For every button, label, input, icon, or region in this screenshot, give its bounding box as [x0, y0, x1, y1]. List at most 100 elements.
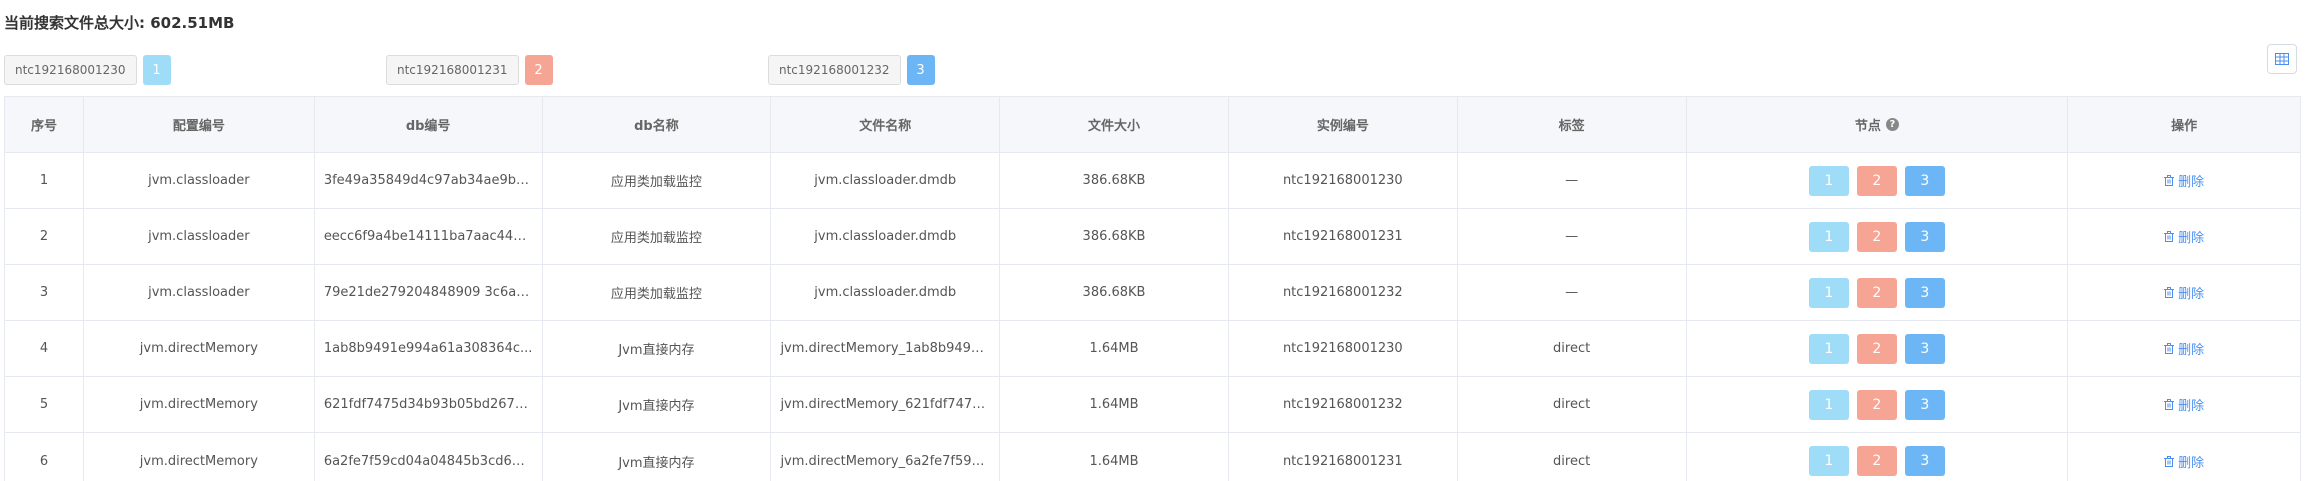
cell-file-size: 386.68KB [1000, 209, 1229, 264]
delete-button[interactable]: 删除 [2164, 452, 2204, 471]
cell-nodes: 1 2 3 [1687, 265, 2069, 320]
help-icon[interactable]: ? [1885, 118, 1899, 131]
trash-icon [2164, 231, 2175, 242]
cell-file-name: jvm.directMemory_1ab8b9491... [771, 321, 1001, 376]
cell-index: 5 [5, 377, 84, 432]
node-button-2[interactable]: 2 [1856, 277, 1897, 308]
node-button-3[interactable]: 3 [1904, 446, 1945, 476]
header-file-size: 文件大小 [1000, 97, 1229, 152]
cell-nodes: 1 2 3 [1687, 153, 2069, 208]
header-instance: 实例编号 [1229, 97, 1458, 152]
cell-file-size: 1.64MB [1000, 433, 1229, 481]
delete-label: 删除 [2178, 231, 2205, 246]
cell-tag: direct [1458, 433, 1687, 481]
delete-label: 删除 [2178, 343, 2205, 358]
legend-badge: 1 [142, 55, 171, 85]
cell-db-id: 1ab8b9491e994a61a308364c... [315, 321, 543, 376]
node-button-1[interactable]: 1 [1808, 446, 1849, 476]
cell-nodes: 1 2 3 [1687, 321, 2069, 376]
delete-button[interactable]: 删除 [2164, 395, 2204, 414]
node-button-1[interactable]: 1 [1808, 333, 1849, 364]
delete-button[interactable]: 删除 [2164, 339, 2204, 358]
cell-tag: direct [1458, 377, 1687, 432]
header-node-label: 节点 [1854, 119, 1881, 134]
cell-index: 6 [5, 433, 84, 481]
node-button-2[interactable]: 2 [1856, 333, 1897, 364]
cell-instance: ntc192168001231 [1229, 209, 1458, 264]
file-table: 序号 配置编号 db编号 db名称 文件名称 文件大小 实例编号 标签 节点 ?… [4, 96, 2301, 481]
cell-instance: ntc192168001232 [1229, 265, 1458, 320]
cell-config: jvm.directMemory [84, 377, 315, 432]
cell-action: 删除 [2068, 153, 2300, 208]
cell-config: jvm.classloader [84, 265, 315, 320]
cell-action: 删除 [2068, 209, 2300, 264]
table-row: 2 jvm.classloader eecc6f9a4be14111ba7aac… [5, 209, 2300, 265]
cell-nodes: 1 2 3 [1687, 433, 2069, 481]
legend-item-node-2: ntc192168001231 2 [386, 54, 553, 86]
header-tag: 标签 [1458, 97, 1687, 152]
node-button-3[interactable]: 3 [1904, 389, 1945, 420]
cell-index: 1 [5, 153, 84, 208]
node-button-3[interactable]: 3 [1904, 221, 1945, 252]
header-index: 序号 [5, 97, 84, 152]
cell-tag: — [1458, 209, 1687, 264]
header-config: 配置编号 [84, 97, 315, 152]
legend-item-node-1: ntc192168001230 1 [4, 54, 171, 86]
cell-index: 2 [5, 209, 84, 264]
grid-view-button[interactable] [2267, 44, 2297, 74]
cell-file-size: 386.68KB [1000, 153, 1229, 208]
cell-nodes: 1 2 3 [1687, 209, 2069, 264]
cell-config: jvm.directMemory [84, 433, 315, 481]
cell-file-name: jvm.classloader.dmdb [771, 209, 1001, 264]
trash-icon [2164, 399, 2175, 410]
cell-db-id: 3fe49a35849d4c97ab34ae9b0... [315, 153, 543, 208]
cell-instance: ntc192168001230 [1229, 321, 1458, 376]
table-header-row: 序号 配置编号 db编号 db名称 文件名称 文件大小 实例编号 标签 节点 ?… [5, 97, 2300, 153]
cell-config: jvm.classloader [84, 153, 315, 208]
cell-file-size: 1.64MB [1000, 377, 1229, 432]
node-button-2[interactable]: 2 [1856, 389, 1897, 420]
node-button-3[interactable]: 3 [1904, 277, 1945, 308]
cell-action: 删除 [2068, 321, 2300, 376]
trash-icon [2164, 455, 2175, 467]
cell-file-name: jvm.classloader.dmdb [771, 153, 1001, 208]
delete-label: 删除 [2178, 287, 2205, 302]
node-button-1[interactable]: 1 [1808, 221, 1849, 252]
cell-db-id: 621fdf7475d34b93b05bd267ef... [315, 377, 543, 432]
cell-file-name: jvm.classloader.dmdb [771, 265, 1001, 320]
cell-tag: — [1458, 153, 1687, 208]
header-file-name: 文件名称 [771, 97, 1001, 152]
delete-label: 删除 [2178, 455, 2205, 471]
table-row: 5 jvm.directMemory 621fdf7475d34b93b05bd… [5, 377, 2300, 433]
cell-action: 删除 [2068, 377, 2300, 432]
node-button-1[interactable]: 1 [1808, 165, 1849, 196]
table-body: 1 jvm.classloader 3fe49a35849d4c97ab34ae… [5, 153, 2300, 481]
node-button-3[interactable]: 3 [1904, 165, 1945, 196]
header-action: 操作 [2171, 119, 2198, 134]
delete-label: 删除 [2178, 399, 2205, 414]
delete-label: 删除 [2178, 175, 2205, 190]
delete-button[interactable]: 删除 [2164, 283, 2204, 302]
node-button-2[interactable]: 2 [1856, 446, 1897, 476]
node-button-1[interactable]: 1 [1808, 277, 1849, 308]
delete-button[interactable]: 删除 [2164, 171, 2204, 190]
cell-db-name: Jvm直接内存 [543, 377, 772, 432]
header-db-name: db名称 [543, 97, 772, 152]
table-row: 4 jvm.directMemory 1ab8b9491e994a61a3083… [5, 321, 2300, 377]
cell-index: 4 [5, 321, 84, 376]
node-button-1[interactable]: 1 [1808, 389, 1849, 420]
table-row: 1 jvm.classloader 3fe49a35849d4c97ab34ae… [5, 153, 2300, 209]
delete-button[interactable]: 删除 [2164, 227, 2204, 246]
cell-config: jvm.directMemory [84, 321, 315, 376]
legend-host: ntc192168001231 [386, 55, 519, 85]
trash-icon [2164, 343, 2175, 354]
node-button-2[interactable]: 2 [1856, 165, 1897, 196]
cell-db-id: eecc6f9a4be14111ba7aac44d... [315, 209, 543, 264]
node-button-2[interactable]: 2 [1856, 221, 1897, 252]
trash-icon [2164, 175, 2175, 186]
node-button-3[interactable]: 3 [1904, 333, 1945, 364]
legend-host: ntc192168001232 [768, 55, 901, 85]
legend-host: ntc192168001230 [4, 55, 137, 85]
table-row: 6 jvm.directMemory 6a2fe7f59cd04a04845b3… [5, 433, 2300, 481]
trash-icon [2164, 287, 2175, 298]
